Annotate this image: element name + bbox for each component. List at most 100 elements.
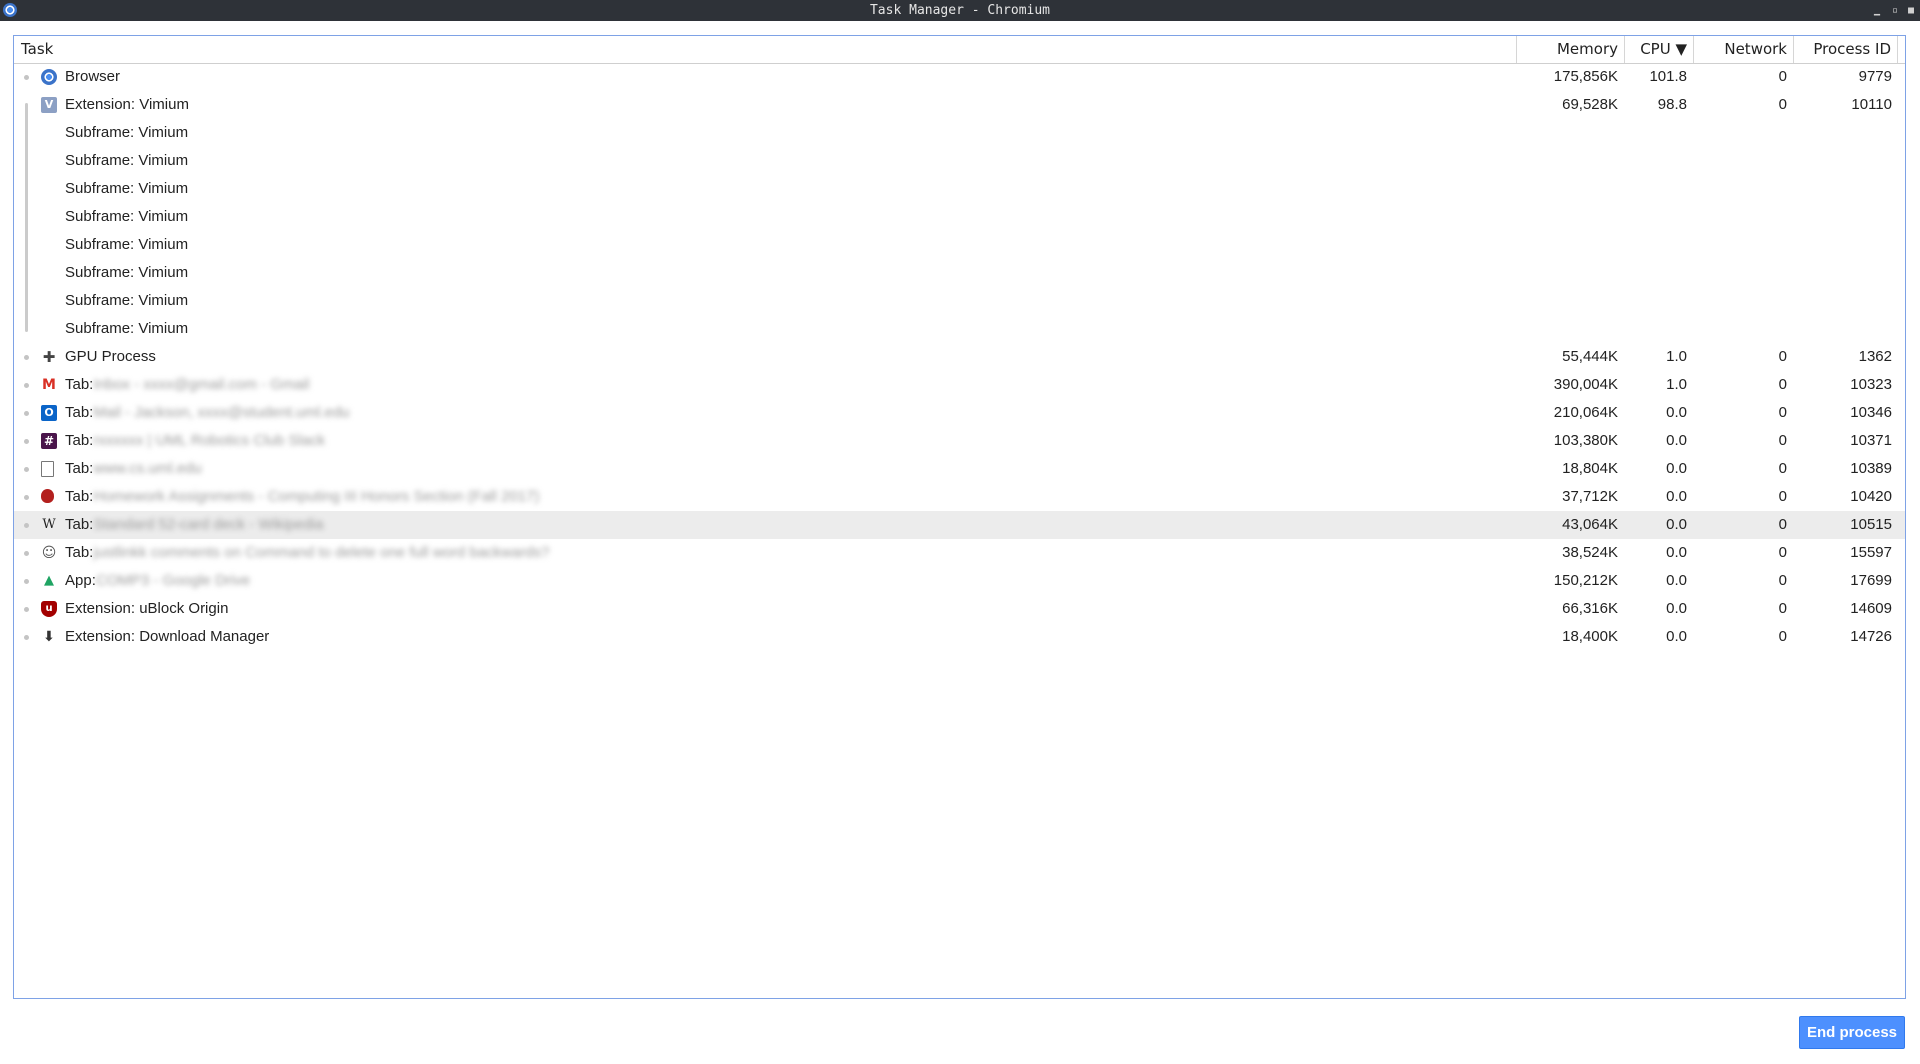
- cpu-cell: [1624, 147, 1687, 175]
- task-name-prefix: Extension: Download Manager: [65, 628, 270, 645]
- cpu-cell: 101.8: [1649, 68, 1687, 85]
- task-name: GPU Process: [65, 343, 156, 371]
- network-cell: [1693, 119, 1787, 147]
- table-row[interactable]: W Tab:Standard 52-card deck - Wikipedia 43…: [14, 511, 1905, 539]
- table-row[interactable]: Tab:Homework Assignments - Computing III…: [14, 483, 1905, 511]
- memory-cell: 55,444K: [1562, 348, 1618, 365]
- memory-cell: 150,212K: [1553, 572, 1618, 589]
- memory-cell: 66,316K: [1562, 600, 1618, 617]
- task-name-prefix: Subframe: Vimium: [65, 152, 189, 169]
- column-header-process-id[interactable]: Process ID: [1793, 36, 1898, 63]
- wikipedia-icon: W: [42, 517, 56, 532]
- network-cell: 0: [1778, 68, 1787, 85]
- task-name-detail: Homework Assignments - Computing III Hon…: [93, 488, 540, 505]
- gmail-icon: M: [41, 377, 57, 393]
- task-name-prefix: App:: [65, 572, 96, 589]
- column-header-network[interactable]: Network: [1693, 36, 1793, 63]
- task-name-prefix: Subframe: Vimium: [65, 236, 189, 253]
- task-name-prefix: Tab:: [65, 544, 94, 561]
- cpu-cell: 0.0: [1666, 460, 1687, 477]
- network-cell: [1693, 259, 1787, 287]
- table-row[interactable]: M Tab:Inbox - xxxx@gmail.com - Gmail 390,0…: [14, 371, 1905, 399]
- process-id-cell: 10110: [1851, 96, 1892, 113]
- table-row[interactable]: O Tab:Mail - Jackson, xxxx@student.uml.ed…: [14, 399, 1905, 427]
- row-bullet: [24, 355, 29, 360]
- network-cell: 0: [1778, 628, 1787, 645]
- task-name-prefix: Subframe: Vimium: [65, 124, 189, 141]
- task-name: Extension: Download Manager: [65, 623, 269, 651]
- maximize-button[interactable]: ▫: [1892, 0, 1898, 21]
- process-id-cell: [1793, 147, 1892, 175]
- task-name-prefix: Tab:: [65, 516, 94, 533]
- table-row[interactable]: Subframe: Vimium: [14, 231, 1905, 259]
- row-bullet: [24, 551, 29, 556]
- table-row[interactable]: V Extension: Vimium 69,528K 98.8 0 10110: [14, 91, 1905, 119]
- cpu-cell: [1624, 315, 1687, 343]
- table-row[interactable]: Subframe: Vimium: [14, 315, 1905, 343]
- task-rows: Browser 175,856K 101.8 0 9779 V Extension: Vim…: [14, 63, 1905, 651]
- process-id-cell: [1793, 259, 1892, 287]
- table-row[interactable]: Subframe: Vimium: [14, 175, 1905, 203]
- memory-cell: [1516, 175, 1618, 203]
- task-name: Tab:Standard 52-card deck - Wikipedia: [65, 511, 323, 539]
- task-name: Tab:www.cs.uml.edu: [65, 455, 202, 483]
- window-titlebar: Task Manager - Chromium ▁ ▫ ■: [0, 0, 1920, 21]
- process-id-cell: 10515: [1850, 516, 1892, 533]
- cpu-cell: 0.0: [1666, 404, 1687, 421]
- window-title: Task Manager - Chromium: [869, 3, 1050, 18]
- row-bullet: [24, 523, 29, 528]
- cpu-cell: [1624, 175, 1687, 203]
- drive-icon: ▲: [44, 573, 54, 588]
- minimize-button[interactable]: ▁: [1874, 0, 1880, 21]
- table-row[interactable]: ▲ App:COMP3 - Google Drive 150,212K 0.0 0 176…: [14, 567, 1905, 595]
- task-name-prefix: Subframe: Vimium: [65, 180, 189, 197]
- cpu-cell: 1.0: [1666, 376, 1687, 393]
- table-row[interactable]: ⬇ Extension: Download Manager 18,400K 0.0 0 1…: [14, 623, 1905, 651]
- memory-cell: 43,064K: [1562, 516, 1618, 533]
- table-row[interactable]: ☺ Tab:justlinkk comments on Command to de…: [14, 539, 1905, 567]
- table-row[interactable]: # Tab:rxxxxxx | UML Robotics Club Slack 10…: [14, 427, 1905, 455]
- table-row[interactable]: ✚ GPU Process 55,444K 1.0 0 1362: [14, 343, 1905, 371]
- table-row[interactable]: Tab:www.cs.uml.edu 18,804K 0.0 0 10389: [14, 455, 1905, 483]
- task-name-prefix: Subframe: Vimium: [65, 264, 189, 281]
- process-id-cell: 10371: [1850, 432, 1892, 449]
- table-row[interactable]: Subframe: Vimium: [14, 287, 1905, 315]
- table-row[interactable]: Subframe: Vimium: [14, 119, 1905, 147]
- cpu-cell: 0.0: [1666, 432, 1687, 449]
- cpu-cell: 0.0: [1666, 488, 1687, 505]
- network-cell: 0: [1778, 460, 1787, 477]
- process-id-cell: 14726: [1850, 628, 1892, 645]
- column-header-memory[interactable]: Memory: [1516, 36, 1624, 63]
- cpu-cell: 0.0: [1666, 572, 1687, 589]
- memory-cell: 69,528K: [1562, 96, 1618, 113]
- memory-cell: [1516, 119, 1618, 147]
- process-id-cell: [1793, 287, 1892, 315]
- task-name: Subframe: Vimium: [65, 315, 188, 343]
- column-header-task[interactable]: Task: [21, 36, 59, 63]
- column-header-cpu[interactable]: CPU ▼: [1624, 36, 1693, 63]
- task-name: Tab:Homework Assignments - Computing III…: [65, 483, 539, 511]
- process-id-cell: 9779: [1858, 68, 1892, 85]
- end-process-button[interactable]: End process: [1799, 1016, 1905, 1049]
- table-row[interactable]: u Extension: uBlock Origin 66,316K 0.0 0 1460…: [14, 595, 1905, 623]
- cpu-cell: 1.0: [1666, 348, 1687, 365]
- process-id-cell: [1793, 203, 1892, 231]
- table-row[interactable]: Browser 175,856K 101.8 0 9779: [14, 63, 1905, 91]
- row-bullet: [24, 467, 29, 472]
- memory-cell: 103,380K: [1553, 432, 1618, 449]
- task-name-prefix: GPU Process: [65, 348, 156, 365]
- process-id-cell: [1793, 119, 1892, 147]
- table-row[interactable]: Subframe: Vimium: [14, 259, 1905, 287]
- network-cell: [1693, 231, 1787, 259]
- task-name-detail: rxxxxxx | UML Robotics Club Slack: [93, 432, 326, 449]
- memory-cell: 38,524K: [1562, 544, 1618, 561]
- table-row[interactable]: Subframe: Vimium: [14, 147, 1905, 175]
- cpu-cell: [1624, 259, 1687, 287]
- memory-cell: [1516, 259, 1618, 287]
- close-button[interactable]: ■: [1908, 0, 1914, 21]
- download-icon: ⬇: [43, 629, 55, 645]
- row-bullet: [24, 635, 29, 640]
- memory-cell: 18,400K: [1562, 628, 1618, 645]
- network-cell: [1693, 287, 1787, 315]
- table-row[interactable]: Subframe: Vimium: [14, 203, 1905, 231]
